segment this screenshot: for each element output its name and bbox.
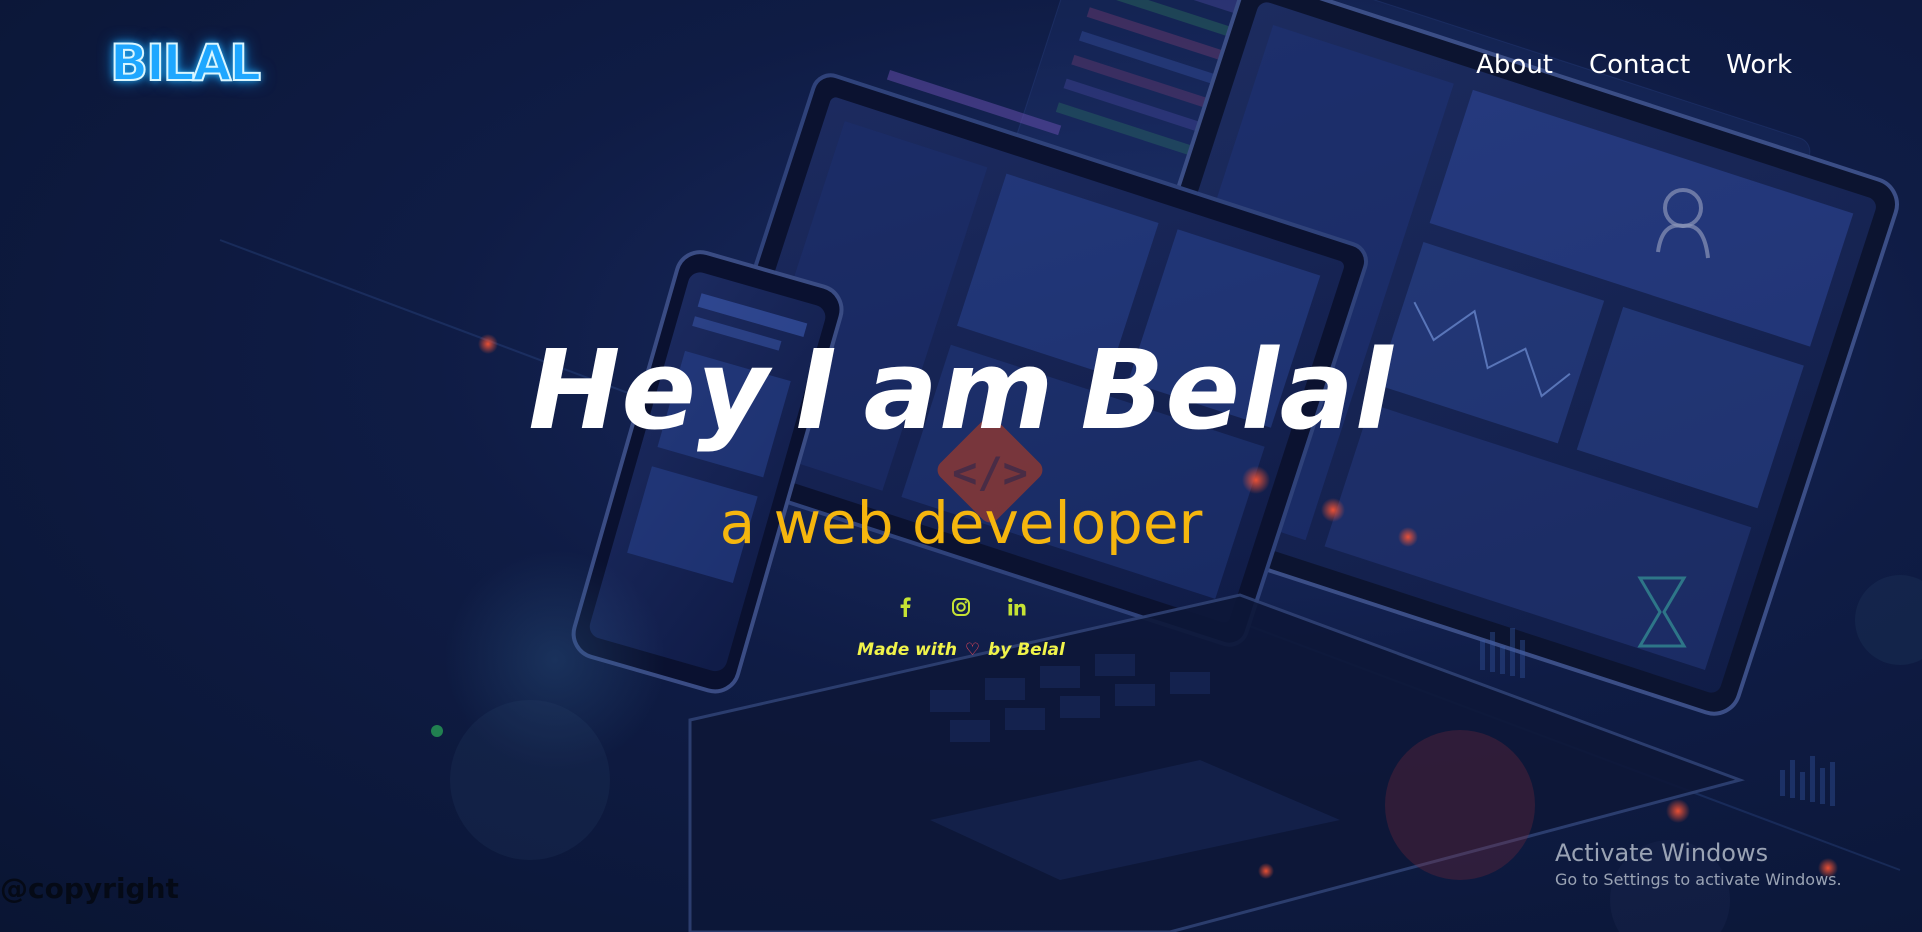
devices-illustration: </>: [219, 0, 1922, 932]
copyright-text: @copyright: [0, 872, 179, 905]
site-logo[interactable]: BILAL: [109, 36, 262, 90]
nav-link-about[interactable]: About: [1476, 50, 1553, 80]
activate-windows-subtitle: Go to Settings to activate Windows.: [1555, 870, 1842, 889]
nav-link-contact[interactable]: Contact: [1589, 50, 1690, 80]
made-with-suffix: by Belal: [988, 640, 1065, 660]
headline-word-hey: Hey: [528, 326, 770, 454]
hero-subtitle: a web developer: [719, 489, 1203, 557]
headline-word-am: am: [863, 326, 1055, 454]
headline-name: Belal: [1080, 326, 1394, 454]
social-links: [0, 594, 1922, 620]
made-with-prefix: Made with: [857, 640, 957, 660]
instagram-icon[interactable]: [949, 594, 973, 620]
main-nav: About Contact Work: [1476, 50, 1792, 80]
facebook-icon[interactable]: [893, 594, 917, 620]
heart-icon: ♡: [964, 640, 981, 660]
linkedin-icon[interactable]: [1005, 594, 1029, 620]
activate-windows-watermark: Activate Windows Go to Settings to activ…: [1555, 838, 1842, 892]
made-with-credit: Made with ♡ by Belal: [0, 640, 1922, 660]
hero-section: </> BILAL About Contact Work Hey I am Be…: [0, 0, 1922, 932]
headline-word-i: I: [795, 326, 838, 454]
nav-link-work[interactable]: Work: [1726, 50, 1792, 80]
activate-windows-title: Activate Windows: [1555, 839, 1769, 867]
hero-headline: Hey Iam Belal: [0, 330, 1922, 450]
